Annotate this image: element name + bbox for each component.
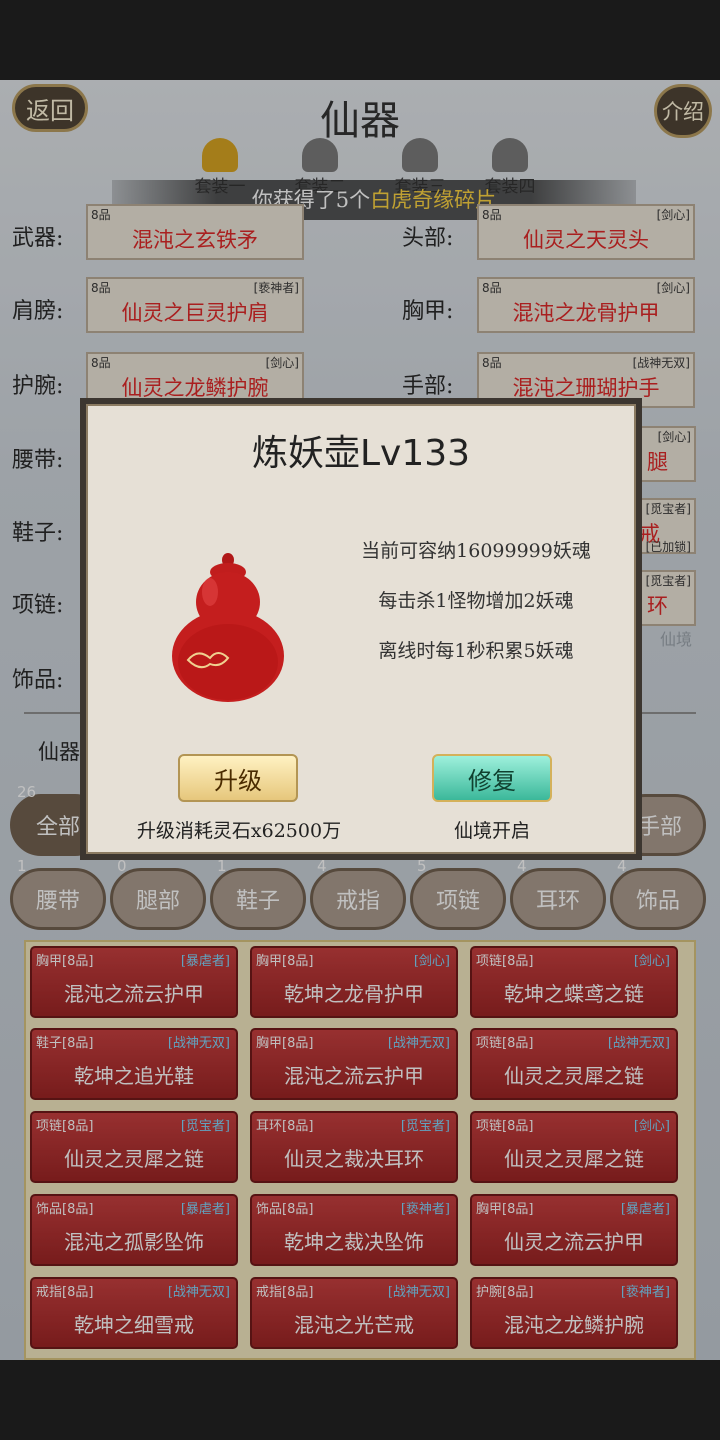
dialog-title: 炼妖壶Lv133 — [251, 433, 471, 474]
upgrade-button[interactable]: 升级 — [178, 754, 298, 802]
repair-caption-text: 仙境开启 — [453, 820, 530, 842]
upgrade-cost-text: 升级消耗灵石x62500万 — [136, 820, 342, 842]
gourd-icon — [172, 553, 284, 702]
equipment-screen: 返回 仙器 介绍 套装一 套装二 套装三 套装四 你获得了5个白虎奇缘碎片 武器… — [0, 80, 720, 1360]
offline-rate-text: 离线时每1秒积累5妖魂 — [378, 640, 574, 662]
kill-rate-text: 每击杀1怪物增加2妖魂 — [378, 590, 574, 612]
capacity-text: 当前可容纳16099999妖魂 — [361, 540, 591, 562]
repair-button[interactable]: 修复 — [432, 754, 552, 802]
lianyao-hu-dialog: 炼妖壶Lv133 当前可容纳16099999妖魂 每击杀1怪物增加2妖魂 离线时… — [80, 398, 642, 860]
